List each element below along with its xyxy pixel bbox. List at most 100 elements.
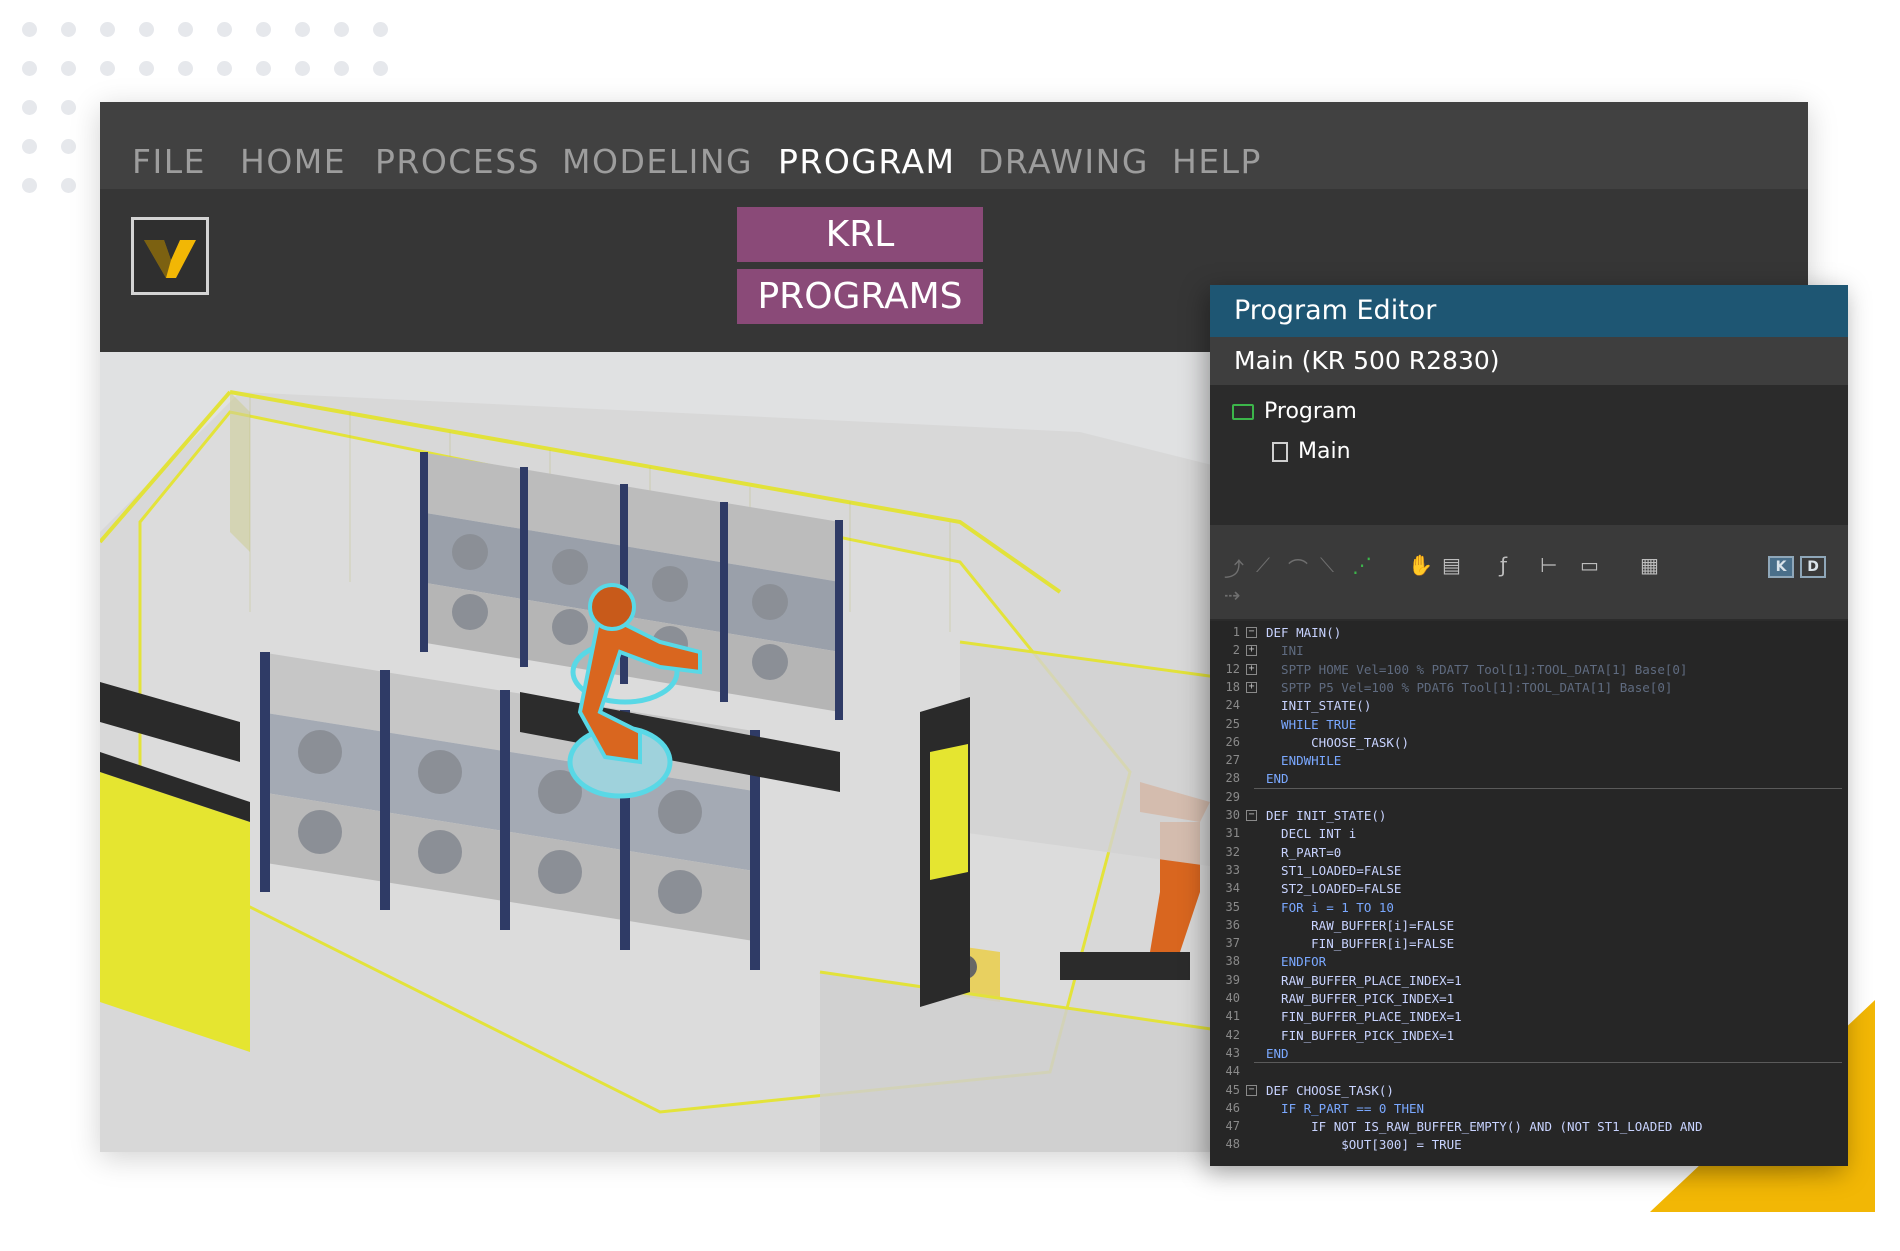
code-line[interactable]: 33 ST1_LOADED=FALSE <box>1210 863 1848 880</box>
code-line[interactable]: 31 DECL INT i <box>1210 826 1848 843</box>
line-number: 34 <box>1225 881 1240 896</box>
menu-modeling[interactable]: MODELING <box>562 142 753 181</box>
code-line[interactable]: 28 END <box>1210 771 1848 788</box>
3d-viewport[interactable] <box>100 352 1400 1152</box>
fold-toggle-icon[interactable]: − <box>1246 1084 1257 1096</box>
menu-process[interactable]: PROCESS <box>375 142 540 181</box>
code-line[interactable]: 41 FIN_BUFFER_PLACE_INDEX=1 <box>1210 1009 1848 1026</box>
line-number: 33 <box>1225 862 1240 877</box>
decorative-dot <box>22 22 37 37</box>
line-number: 31 <box>1225 826 1240 841</box>
statement-icon[interactable]: ▤ <box>1442 553 1461 577</box>
decorative-dot <box>256 22 271 37</box>
line-number: 28 <box>1225 771 1240 786</box>
table-icon[interactable]: ▦ <box>1640 553 1659 577</box>
code-text: DEF INIT_STATE() <box>1266 808 1387 823</box>
code-line[interactable]: 25 WHILE TRUE <box>1210 717 1848 734</box>
code-line[interactable]: 26 CHOOSE_TASK() <box>1210 735 1848 752</box>
folder-icon <box>1232 404 1254 420</box>
code-text: FIN_BUFFER_PLACE_INDEX=1 <box>1266 1009 1462 1025</box>
code-text: FIN_BUFFER_PICK_INDEX=1 <box>1266 1027 1455 1043</box>
code-line[interactable]: 42 FIN_BUFFER_PICK_INDEX=1 <box>1210 1028 1848 1045</box>
code-line[interactable]: 45− DEF CHOOSE_TASK() <box>1210 1083 1848 1100</box>
decorative-dot <box>139 61 154 76</box>
code-line[interactable]: 30− DEF INIT_STATE() <box>1210 808 1848 825</box>
line-number: 30 <box>1225 808 1240 822</box>
line-number: 46 <box>1225 1100 1240 1115</box>
decorative-dot <box>295 22 310 37</box>
line-number: 43 <box>1225 1045 1240 1060</box>
line-number: 12 <box>1225 661 1240 676</box>
code-text: ENDWHILE <box>1266 753 1342 769</box>
fold-toggle-icon[interactable]: − <box>1246 627 1257 638</box>
line-number: 36 <box>1225 917 1240 932</box>
variable-icon[interactable]: ▭ <box>1580 553 1599 577</box>
decorative-dot <box>61 139 76 154</box>
krl-code-view[interactable]: 1− DEF MAIN() 2 + INI 12 + SPTP HOME Vel=100 … <box>1210 621 1848 1166</box>
teach-icon[interactable]: ⇢ <box>1224 583 1241 607</box>
code-line[interactable]: 48 $OUT[300] = TRUE <box>1210 1137 1848 1154</box>
code-line[interactable]: 43 END <box>1210 1046 1848 1063</box>
code-line[interactable]: 12 + SPTP HOME Vel=100 % PDAT7 Tool[1]:TO… <box>1210 662 1848 679</box>
code-line[interactable]: 24 INIT_STATE() <box>1210 698 1848 715</box>
frame-icon[interactable]: ⊢ <box>1540 553 1557 577</box>
menu-help[interactable]: HELP <box>1172 142 1262 181</box>
line-number: 44 <box>1225 1064 1240 1079</box>
code-line[interactable]: 35 FOR i = 1 TO 10 <box>1210 900 1848 917</box>
code-line[interactable]: 29 <box>1210 790 1848 807</box>
code-line[interactable]: 44 <box>1210 1064 1848 1081</box>
code-line[interactable]: 37 FIN_BUFFER[i]=FALSE <box>1210 936 1848 953</box>
decorative-dot <box>100 22 115 37</box>
menu-home[interactable]: HOME <box>240 142 346 181</box>
decorative-dot <box>295 61 310 76</box>
decorative-dot <box>100 61 115 76</box>
code-text: WHILE TRUE <box>1266 716 1357 732</box>
line-number: 25 <box>1225 716 1240 731</box>
code-text: END <box>1266 771 1289 787</box>
decorative-dot <box>334 22 349 37</box>
spline-motion-icon[interactable]: ⟍ <box>1320 553 1334 577</box>
code-line[interactable]: 1− DEF MAIN() <box>1210 625 1848 642</box>
code-line[interactable]: 40 RAW_BUFFER_PICK_INDEX=1 <box>1210 991 1848 1008</box>
fold-toggle-icon[interactable]: + <box>1246 681 1257 693</box>
fold-toggle-icon[interactable]: − <box>1246 810 1257 821</box>
decorative-dot <box>22 61 37 76</box>
code-line[interactable]: 47 IF NOT IS_RAW_BUFFER_EMPTY() AND (NOT… <box>1210 1119 1848 1136</box>
keyword-k-icon[interactable]: K <box>1768 556 1794 578</box>
code-line[interactable]: 38 ENDFOR <box>1210 954 1848 971</box>
code-text: SPTP HOME Vel=100 % PDAT7 Tool[1]:TOOL_D… <box>1266 661 1688 677</box>
code-line[interactable]: 36 RAW_BUFFER[i]=FALSE <box>1210 918 1848 935</box>
menu-program[interactable]: PROGRAM <box>778 142 956 181</box>
program-tree: Program Main <box>1210 385 1848 525</box>
lin-motion-icon[interactable]: ⟋ <box>1256 553 1270 577</box>
code-line[interactable]: 2 + INI <box>1210 643 1848 660</box>
line-number: 40 <box>1225 991 1240 1005</box>
code-line[interactable]: 18 + SPTP P5 Vel=100 % PDAT6 Tool[1]:TOOL… <box>1210 680 1848 697</box>
decorative-dot <box>139 22 154 37</box>
circ-motion-icon[interactable]: ⌒ <box>1288 553 1308 582</box>
tree-item-program[interactable]: Program <box>1232 399 1357 424</box>
gripper-icon[interactable]: ✋ <box>1408 553 1433 577</box>
decorative-dot <box>61 61 76 76</box>
line-number: 18 <box>1225 679 1240 694</box>
data-d-icon[interactable]: D <box>1800 556 1826 578</box>
code-line[interactable]: 34 ST2_LOADED=FALSE <box>1210 881 1848 898</box>
code-line[interactable]: 32 R_PART=0 <box>1210 845 1848 862</box>
spline-block-icon[interactable]: ⋰ <box>1352 553 1372 577</box>
ptp-motion-icon[interactable]: ⤴ <box>1224 553 1244 582</box>
menu-file[interactable]: FILE <box>132 142 206 181</box>
tree-item-program-label: Program <box>1264 399 1357 424</box>
code-line[interactable]: 27 ENDWHILE <box>1210 753 1848 770</box>
krl-programs-button-line2[interactable]: PROGRAMS <box>737 269 983 324</box>
code-text: R_PART=0 <box>1266 844 1342 860</box>
fold-toggle-icon[interactable]: + <box>1246 645 1257 657</box>
code-line[interactable]: 46 IF R_PART == 0 THEN <box>1210 1101 1848 1118</box>
code-line[interactable]: 39 RAW_BUFFER_PLACE_INDEX=1 <box>1210 973 1848 990</box>
function-icon[interactable]: ƒ <box>1500 553 1507 577</box>
decorative-dot <box>178 61 193 76</box>
line-number: 42 <box>1225 1027 1240 1042</box>
fold-toggle-icon[interactable]: + <box>1246 663 1257 675</box>
krl-programs-button-line1[interactable]: KRL <box>737 207 983 262</box>
menu-drawing[interactable]: DRAWING <box>978 142 1149 181</box>
tree-item-main[interactable]: Main <box>1272 439 1351 464</box>
